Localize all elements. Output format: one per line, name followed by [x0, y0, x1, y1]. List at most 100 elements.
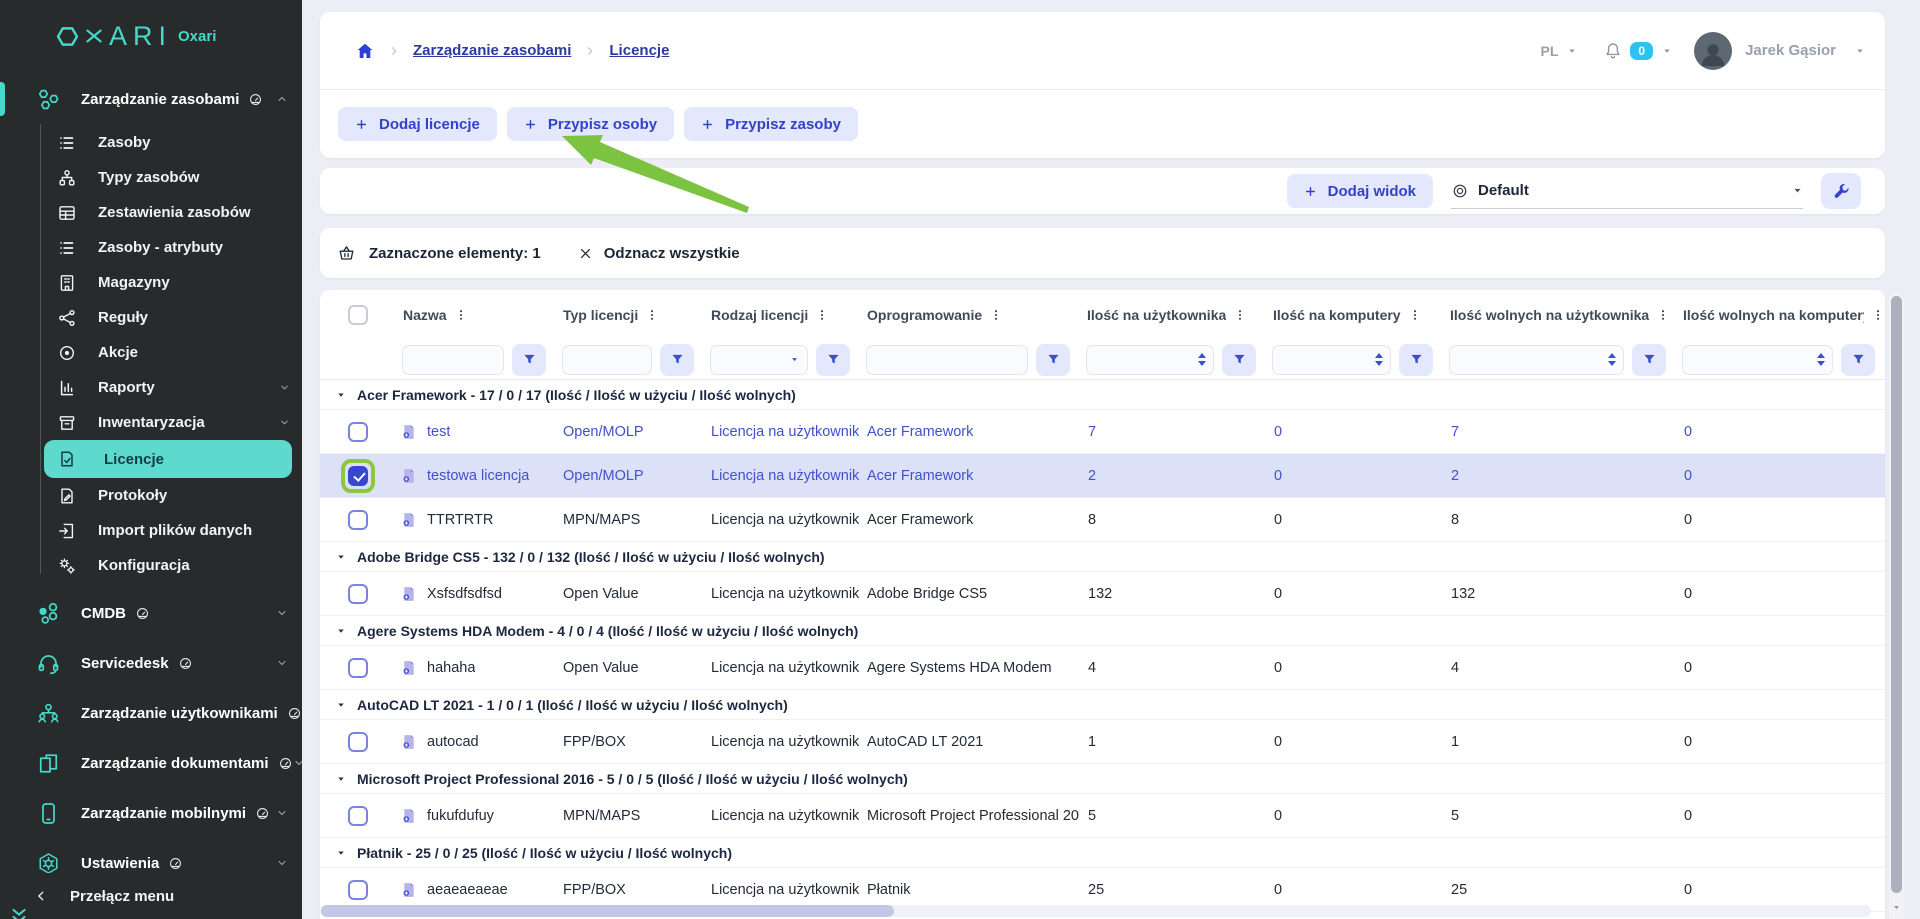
group-row[interactable]: Adobe Bridge CS5 - 132 / 0 / 132 (Ilość …: [320, 542, 1885, 572]
view-selector[interactable]: Default: [1451, 173, 1803, 209]
row-checkbox[interactable]: [348, 584, 368, 604]
sidebar-section-zarzadzanie-dokumentami[interactable]: Zarządzanie dokumentami: [0, 738, 302, 788]
filter-input-ilosc-wolnych-na-komputery[interactable]: [1682, 345, 1833, 375]
spinner-icon[interactable]: [1817, 353, 1825, 366]
license-name[interactable]: TTRTRTR: [427, 512, 493, 528]
chevron-down-icon[interactable]: [1567, 46, 1577, 56]
chevron-down-icon[interactable]: [1662, 46, 1672, 56]
sidebar-section-zarzadzanie-mobilnymi[interactable]: Zarządzanie mobilnymi: [0, 788, 302, 838]
group-row[interactable]: Microsoft Project Professional 2016 - 5 …: [320, 764, 1885, 794]
filter-button-ilosc-wolnych-na-uzytkownika[interactable]: [1632, 344, 1666, 376]
avatar[interactable]: [1694, 32, 1732, 70]
group-row[interactable]: AutoCAD LT 2021 - 1 / 0 / 1 (Ilość / Ilo…: [320, 690, 1885, 720]
sidebar-section-zarzadzanie-zasobami[interactable]: Zarządzanie zasobami: [0, 74, 302, 124]
license-name[interactable]: autocad: [427, 734, 479, 750]
sidebar-item-konfiguracja[interactable]: Konfiguracja: [0, 548, 302, 583]
spinner-icon[interactable]: [1198, 353, 1206, 366]
license-name[interactable]: Xsfsdfsdfsd: [427, 586, 502, 602]
filter-button-rodzaj-licencji[interactable]: [816, 344, 850, 376]
filter-input-ilosc-na-komputery[interactable]: [1272, 345, 1391, 375]
sidebar-toggle[interactable]: Przełącz menu: [0, 873, 302, 919]
row-checkbox[interactable]: [348, 658, 368, 678]
vertical-scrollbar[interactable]: [1889, 292, 1904, 919]
column-menu-icon[interactable]: [989, 308, 1003, 322]
group-row[interactable]: Płatnik - 25 / 0 / 25 (Ilość / Ilość w u…: [320, 838, 1885, 868]
deselect-all-button[interactable]: Odznacz wszystkie: [578, 245, 740, 262]
sidebar-item-akcje[interactable]: Akcje: [0, 335, 302, 370]
select-all-checkbox[interactable]: [348, 305, 368, 325]
row-checkbox[interactable]: [348, 422, 368, 442]
table-row[interactable]: TTRTRTRMPN/MAPSLicencja na użytkownikaAc…: [320, 498, 1885, 542]
sidebar-item-reguly[interactable]: Reguły: [0, 300, 302, 335]
column-menu-icon[interactable]: [815, 308, 829, 322]
horizontal-scrollbar[interactable]: [320, 905, 1871, 917]
table-row[interactable]: hahahaOpen ValueLicencja na użytkownikaA…: [320, 646, 1885, 690]
table-row[interactable]: testOpen/MOLPLicencja na użytkownikaAcer…: [320, 410, 1885, 454]
bell-icon[interactable]: [1603, 41, 1623, 61]
license-name[interactable]: hahaha: [427, 660, 475, 676]
sidebar-item-zestawienia-zasobow[interactable]: Zestawienia zasobów: [0, 195, 302, 230]
breadcrumb-link-zarzadzanie-zasobami[interactable]: Zarządzanie zasobami: [413, 42, 571, 59]
sidebar-item-raporty[interactable]: Raporty: [0, 370, 302, 405]
chevron-down-icon[interactable]: [1855, 46, 1865, 56]
filter-input-oprogramowanie[interactable]: [866, 345, 1028, 375]
table-row[interactable]: fukufdufuyMPN/MAPSLicencja na użytkownik…: [320, 794, 1885, 838]
column-menu-icon[interactable]: [454, 308, 468, 322]
filter-button-nazwa[interactable]: [512, 344, 546, 376]
sidebar-item-inwentaryzacja[interactable]: Inwentaryzacja: [0, 405, 302, 440]
filter-button-ilosc-na-komputery[interactable]: [1399, 344, 1433, 376]
group-row[interactable]: Acer Framework - 17 / 0 / 17 (Ilość / Il…: [320, 380, 1885, 410]
row-checkbox[interactable]: [348, 510, 368, 530]
table-row[interactable]: testowa licencjaOpen/MOLPLicencja na uży…: [320, 454, 1885, 498]
vertical-scrollbar-thumb[interactable]: [1891, 296, 1902, 893]
sidebar-item-import-plikow-danych[interactable]: Import plików danych: [0, 513, 302, 548]
sidebar-section-ustawienia[interactable]: Ustawienia: [0, 838, 302, 873]
license-name[interactable]: fukufdufuy: [427, 808, 494, 824]
assign-assets-button[interactable]: Przypisz zasoby: [684, 107, 858, 141]
sidebar-item-zasoby[interactable]: Zasoby: [0, 125, 302, 160]
sidebar-section-zarzadzanie-uzytkownikami[interactable]: Zarządzanie użytkownikami: [0, 688, 302, 738]
add-view-button[interactable]: Dodaj widok: [1287, 174, 1433, 208]
column-menu-icon[interactable]: [1871, 308, 1885, 322]
license-name[interactable]: test: [427, 424, 450, 440]
table-row[interactable]: autocadFPP/BOXLicencja na użytkownikaAut…: [320, 720, 1885, 764]
group-row[interactable]: Agere Systems HDA Modem - 4 / 0 / 4 (Ilo…: [320, 616, 1885, 646]
user-name[interactable]: Jarek Gąsior: [1745, 42, 1836, 59]
filter-input-ilosc-wolnych-na-uzytkownika[interactable]: [1449, 345, 1624, 375]
column-menu-icon[interactable]: [645, 308, 659, 322]
column-menu-icon[interactable]: [1233, 308, 1247, 322]
sidebar-section-cmdb[interactable]: CMDB: [0, 588, 302, 638]
filter-input-typ-licencji[interactable]: [562, 345, 652, 375]
sidebar-item-magazyny[interactable]: Magazyny: [0, 265, 302, 300]
language-selector[interactable]: PL: [1541, 43, 1559, 59]
sidebar-item-protokoly[interactable]: Protokoły: [0, 478, 302, 513]
filter-input-nazwa[interactable]: [402, 345, 504, 375]
double-chevron-down-icon[interactable]: [8, 905, 30, 919]
column-menu-icon[interactable]: [1656, 308, 1670, 322]
chevron-down-icon[interactable]: [790, 355, 799, 364]
spinner-icon[interactable]: [1375, 353, 1383, 366]
row-checkbox[interactable]: [348, 732, 368, 752]
filter-button-oprogramowanie[interactable]: [1036, 344, 1070, 376]
row-checkbox[interactable]: [348, 806, 368, 826]
scrollbar-down-arrow-icon[interactable]: [1892, 903, 1901, 912]
table-row[interactable]: XsfsdfsdfsdOpen ValueLicencja na użytkow…: [320, 572, 1885, 616]
sidebar-item-zasoby-atrybuty[interactable]: Zasoby - atrybuty: [0, 230, 302, 265]
license-name[interactable]: testowa licencja: [427, 468, 529, 484]
home-icon[interactable]: [355, 41, 375, 61]
filter-input-ilosc-na-uzytkownika[interactable]: [1086, 345, 1214, 375]
sidebar-item-licencje[interactable]: Licencje: [44, 440, 292, 478]
breadcrumb-link-licencje[interactable]: Licencje: [609, 42, 669, 59]
filter-button-typ-licencji[interactable]: [660, 344, 694, 376]
column-menu-icon[interactable]: [1408, 308, 1422, 322]
license-name[interactable]: aeaeaeaeae: [427, 882, 508, 898]
sidebar-item-typy-zasobow[interactable]: Typy zasobów: [0, 160, 302, 195]
view-settings-button[interactable]: [1821, 173, 1861, 209]
assign-people-button[interactable]: Przypisz osoby: [507, 107, 674, 141]
horizontal-scrollbar-thumb[interactable]: [321, 905, 894, 917]
add-license-button[interactable]: Dodaj licencje: [338, 107, 497, 141]
filter-button-ilosc-wolnych-na-komputery[interactable]: [1841, 344, 1875, 376]
row-checkbox[interactable]: [348, 880, 368, 900]
filter-button-ilosc-na-uzytkownika[interactable]: [1222, 344, 1256, 376]
sidebar-section-servicedesk[interactable]: Servicedesk: [0, 638, 302, 688]
